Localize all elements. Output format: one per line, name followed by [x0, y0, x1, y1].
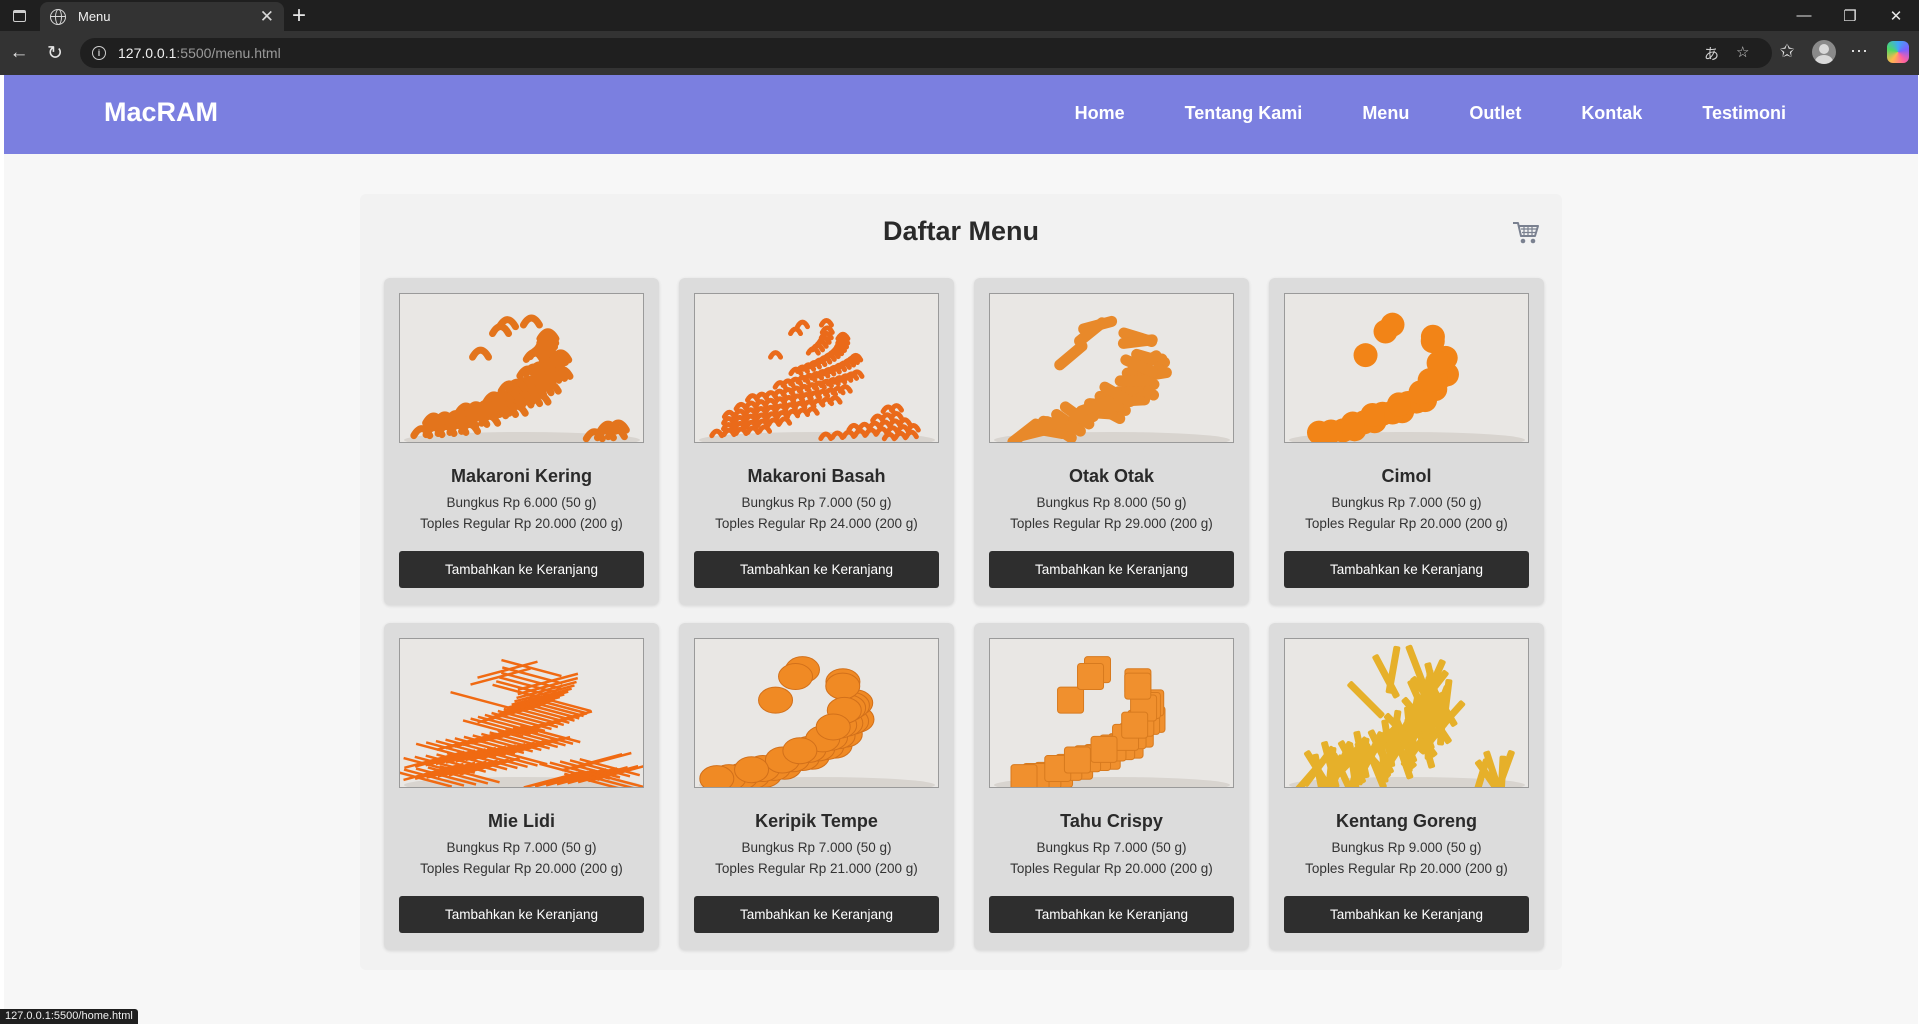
tab-actions-icon[interactable] [8, 6, 30, 26]
site-info-icon[interactable]: i [92, 46, 106, 60]
product-name: Makaroni Basah [747, 466, 886, 486]
browser-tab[interactable]: Menu ✕ [40, 2, 284, 31]
add-to-cart-button[interactable]: Tambahkan ke Keranjang [989, 551, 1234, 588]
product-image [399, 638, 644, 788]
close-window-icon[interactable]: ✕ [1873, 0, 1919, 31]
product-name: Otak Otak [1068, 466, 1155, 486]
price-jar: Toples Regular Rp 20.000 (200 g) [1305, 861, 1508, 876]
product-name: Tahu Crispy [1060, 811, 1163, 831]
add-to-cart-button[interactable]: Tambahkan ke Keranjang [399, 896, 644, 933]
price-pack: Bungkus Rp 7.000 (50 g) [741, 495, 892, 510]
price-jar: Toples Regular Rp 20.000 (200 g) [420, 516, 623, 531]
price-pack: Bungkus Rp 7.000 (50 g) [1036, 840, 1187, 855]
site-nav: Home Tentang Kami Menu Outlet Kontak Tes… [1015, 103, 1786, 124]
status-bar-url: 127.0.0.1:5500/home.html [0, 1009, 138, 1024]
browser-tab-bar: Menu ✕ + — ❐ ✕ [0, 0, 1919, 31]
nav-outlet[interactable]: Outlet [1469, 103, 1521, 124]
price-jar: Toples Regular Rp 21.000 (200 g) [715, 861, 918, 876]
url-text: 127.0.0.1:5500/menu.html [118, 45, 281, 61]
site-header: MacRAM Home Tentang Kami Menu Outlet Kon… [4, 75, 1918, 154]
price-pack: Bungkus Rp 7.000 (50 g) [1331, 495, 1482, 510]
nav-tentang-kami[interactable]: Tentang Kami [1185, 103, 1303, 124]
menu-grid: Makaroni Kering Bungkus Rp 6.000 (50 g) … [384, 278, 1544, 950]
add-to-cart-button[interactable]: Tambahkan ke Keranjang [399, 551, 644, 588]
price-jar: Toples Regular Rp 20.000 (200 g) [1305, 516, 1508, 531]
menu-card: Tahu Crispy Bungkus Rp 7.000 (50 g) Topl… [974, 623, 1249, 950]
product-image [399, 293, 644, 443]
restore-icon[interactable]: ❐ [1827, 0, 1873, 31]
product-image [1284, 293, 1529, 443]
nav-kontak[interactable]: Kontak [1581, 103, 1642, 124]
price-jar: Toples Regular Rp 20.000 (200 g) [420, 861, 623, 876]
page-title: Daftar Menu [882, 216, 1039, 246]
copilot-icon[interactable] [1887, 41, 1909, 63]
price-jar: Toples Regular Rp 24.000 (200 g) [715, 516, 918, 531]
cart-icon[interactable] [1512, 220, 1540, 246]
product-image [989, 638, 1234, 788]
nav-testimoni[interactable]: Testimoni [1702, 103, 1786, 124]
product-image [1284, 638, 1529, 788]
add-to-cart-button[interactable]: Tambahkan ke Keranjang [1284, 896, 1529, 933]
nav-home[interactable]: Home [1075, 103, 1125, 124]
price-pack: Bungkus Rp 6.000 (50 g) [446, 495, 597, 510]
product-image [694, 293, 939, 443]
reload-icon[interactable]: ↻ [43, 41, 67, 65]
favorites-icon[interactable]: ✩ [1774, 41, 1800, 62]
menu-card: Cimol Bungkus Rp 7.000 (50 g) Toples Reg… [1269, 278, 1544, 605]
menu-card: Keripik Tempe Bungkus Rp 7.000 (50 g) To… [679, 623, 954, 950]
back-icon[interactable]: ← [7, 41, 31, 65]
tab-title: Menu [78, 9, 111, 24]
favorite-star-icon[interactable]: ☆ [1736, 43, 1749, 61]
site-logo[interactable]: MacRAM [104, 97, 218, 128]
price-jar: Toples Regular Rp 29.000 (200 g) [1010, 516, 1213, 531]
menu-card: Makaroni Basah Bungkus Rp 7.000 (50 g) T… [679, 278, 954, 605]
price-pack: Bungkus Rp 7.000 (50 g) [446, 840, 597, 855]
product-name: Cimol [1381, 466, 1432, 486]
close-tab-icon[interactable]: ✕ [260, 8, 274, 25]
profile-avatar[interactable] [1812, 40, 1836, 64]
product-image [989, 293, 1234, 443]
price-pack: Bungkus Rp 9.000 (50 g) [1331, 840, 1482, 855]
nav-menu[interactable]: Menu [1362, 103, 1409, 124]
menu-card: Mie Lidi Bungkus Rp 7.000 (50 g) Toples … [384, 623, 659, 950]
add-to-cart-button[interactable]: Tambahkan ke Keranjang [694, 896, 939, 933]
add-to-cart-button[interactable]: Tambahkan ke Keranjang [1284, 551, 1529, 588]
browser-toolbar: ← ↻ i 127.0.0.1:5500/menu.html あ ☆ ✩ ⋯ [0, 31, 1919, 75]
address-bar[interactable]: i 127.0.0.1:5500/menu.html あ ☆ [80, 38, 1772, 68]
product-name: Mie Lidi [488, 811, 555, 831]
add-to-cart-button[interactable]: Tambahkan ke Keranjang [694, 551, 939, 588]
new-tab-icon[interactable]: + [292, 3, 306, 29]
product-image [694, 638, 939, 788]
menu-section: Daftar Menu Makaroni Kering Bungkus Rp 6… [360, 194, 1562, 970]
product-name: Kentang Goreng [1335, 811, 1477, 831]
menu-card: Makaroni Kering Bungkus Rp 6.000 (50 g) … [384, 278, 659, 605]
price-pack: Bungkus Rp 7.000 (50 g) [741, 840, 892, 855]
more-options-icon[interactable]: ⋯ [1846, 41, 1872, 62]
menu-card: Otak Otak Bungkus Rp 8.000 (50 g) Toples… [974, 278, 1249, 605]
add-to-cart-button[interactable]: Tambahkan ke Keranjang [989, 896, 1234, 933]
menu-card: Kentang Goreng Bungkus Rp 9.000 (50 g) T… [1269, 623, 1544, 950]
globe-icon [50, 8, 66, 25]
product-name: Makaroni Kering [450, 466, 593, 486]
read-aloud-icon[interactable]: あ [1704, 43, 1719, 64]
product-name: Keripik Tempe [755, 811, 878, 831]
price-pack: Bungkus Rp 8.000 (50 g) [1036, 495, 1187, 510]
minimize-icon[interactable]: — [1781, 0, 1827, 31]
price-jar: Toples Regular Rp 20.000 (200 g) [1010, 861, 1213, 876]
page-viewport: MacRAM Home Tentang Kami Menu Outlet Kon… [4, 75, 1918, 1024]
